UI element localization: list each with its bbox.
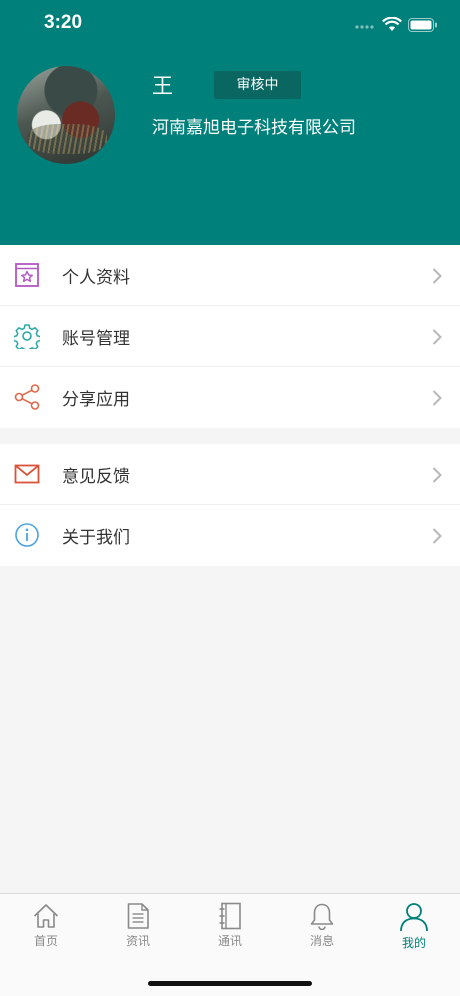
share-icon bbox=[14, 384, 40, 410]
chevron-right-icon bbox=[432, 268, 442, 284]
menu-group-support: 意见反馈 关于我们 bbox=[0, 444, 460, 566]
chevron-right-icon bbox=[432, 390, 442, 406]
menu-label: 分享应用 bbox=[62, 390, 130, 410]
company-name: 河南嘉旭电子科技有限公司 bbox=[152, 118, 356, 138]
bell-icon bbox=[310, 903, 334, 930]
tab-mine[interactable]: 我的 bbox=[368, 902, 460, 954]
menu-item-profile[interactable]: 个人资料 bbox=[0, 245, 460, 306]
signal-icon bbox=[355, 25, 374, 29]
tab-home[interactable]: 首页 bbox=[0, 902, 92, 954]
status-bar: 3:20 bbox=[0, 0, 460, 50]
tab-label: 首页 bbox=[33, 934, 58, 948]
tab-news[interactable]: 资讯 bbox=[92, 902, 184, 954]
chevron-right-icon bbox=[432, 329, 442, 345]
menu-item-account-management[interactable]: 账号管理 bbox=[0, 306, 460, 367]
person-icon bbox=[400, 903, 428, 932]
menu-item-feedback[interactable]: 意见反馈 bbox=[0, 444, 460, 505]
status-time: 3:20 bbox=[44, 12, 83, 33]
user-name: 王 bbox=[152, 74, 173, 98]
menu-group-account: 个人资料 账号管理 分享应用 bbox=[0, 245, 460, 428]
status-badge: 审核中 bbox=[214, 71, 301, 99]
profile-header: 3:20 王 审核中 河南嘉旭电子科技有限公司 bbox=[0, 0, 460, 245]
chevron-right-icon bbox=[432, 467, 442, 483]
tab-contacts[interactable]: 通讯 bbox=[184, 902, 276, 954]
home-indicator bbox=[148, 981, 312, 986]
battery-icon bbox=[408, 18, 437, 32]
tab-label: 我的 bbox=[401, 936, 426, 950]
tab-label: 资讯 bbox=[125, 934, 150, 948]
contacts-book-icon bbox=[219, 902, 241, 930]
tab-messages[interactable]: 消息 bbox=[276, 902, 368, 954]
menu-item-share-app[interactable]: 分享应用 bbox=[0, 367, 460, 428]
document-icon bbox=[127, 903, 149, 929]
menu-label: 账号管理 bbox=[62, 328, 130, 349]
info-icon bbox=[15, 523, 39, 547]
status-icons bbox=[354, 14, 438, 36]
home-icon bbox=[33, 904, 59, 928]
menu-item-about-us[interactable]: 关于我们 bbox=[0, 505, 460, 566]
menu-label: 意见反馈 bbox=[62, 466, 130, 487]
tab-label: 消息 bbox=[309, 934, 334, 948]
gear-icon bbox=[14, 324, 40, 349]
profile-card-icon bbox=[15, 263, 39, 287]
wifi-icon bbox=[382, 17, 402, 31]
mail-icon bbox=[14, 464, 40, 484]
menu-label: 关于我们 bbox=[62, 528, 130, 548]
avatar[interactable] bbox=[17, 66, 115, 164]
tab-label: 通讯 bbox=[217, 934, 242, 948]
chevron-right-icon bbox=[432, 528, 442, 544]
menu-label: 个人资料 bbox=[62, 267, 130, 288]
